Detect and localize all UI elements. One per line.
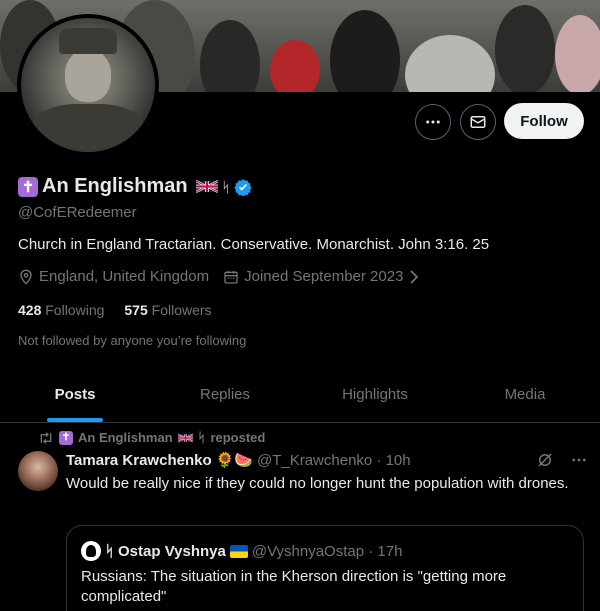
post-more-icon[interactable] [570, 451, 588, 469]
profile-avatar[interactable] [17, 14, 159, 156]
post-actions [536, 451, 588, 469]
repost-icon [40, 431, 52, 444]
banner-shape [555, 15, 600, 92]
uk-flag-icon [177, 433, 193, 442]
banner-shape [405, 35, 495, 92]
tab-replies[interactable]: Replies [150, 366, 300, 422]
more-button[interactable] [415, 104, 451, 140]
rune-symbol: ᛋ [197, 430, 206, 445]
profile-name: An Englishman [42, 175, 188, 197]
tab-highlights[interactable]: Highlights [300, 366, 450, 422]
avatar-image [21, 18, 155, 152]
tab-posts[interactable]: Posts [0, 366, 150, 422]
avatar-detail [65, 50, 111, 102]
joined-text: Joined September 2023 [244, 268, 404, 285]
active-tab-indicator [47, 418, 103, 422]
tab-label: Highlights [342, 385, 408, 403]
profile-tabs: Posts Replies Highlights Media [0, 366, 600, 423]
followers-count: 575 [124, 302, 148, 318]
following-label: Following [45, 302, 105, 318]
banner-shape [200, 20, 260, 92]
grok-icon[interactable] [536, 451, 554, 469]
post-author-avatar[interactable] [18, 451, 58, 491]
quoted-handle-time: @VyshnyaOstap · 17h [251, 542, 403, 560]
quoted-author-prefix: ᛋ [105, 542, 115, 560]
message-button[interactable] [460, 104, 496, 140]
post-text: Would be really nice if they could no lo… [66, 475, 569, 492]
follow-counts: 428 Following 575 Followers [18, 302, 212, 318]
profile-meta: England, United Kingdom Joined September… [18, 268, 434, 285]
calendar-icon [224, 270, 238, 284]
profile-bio: Church in England Tractarian. Conservati… [18, 236, 490, 253]
post-header: Tamara Krawchenko 🌻🍉 @T_Krawchenko · 10h [66, 451, 411, 470]
cross-emoji: ✝ [18, 176, 38, 197]
post-author-name[interactable]: Tamara Krawchenko [66, 452, 212, 469]
banner-shape [270, 40, 320, 92]
repost-suffix: reposted [210, 430, 266, 445]
quoted-post[interactable]: ᛋ Ostap Vyshnya @VyshnyaOstap · 17h Russ… [66, 525, 584, 611]
avatar-detail [59, 28, 117, 54]
post-handle-time[interactable]: @T_Krawchenko · 10h [257, 452, 411, 469]
profile-handle: @CofERedeemer [18, 204, 137, 221]
ukraine-flag-icon [229, 544, 248, 558]
cross-emoji: ✝ [59, 430, 73, 445]
following-link[interactable]: 428 Following [18, 302, 104, 318]
quoted-post-text: Russians: The situation in the Kherson d… [81, 568, 507, 605]
banner-shape [330, 10, 400, 92]
repost-author: An Englishman [78, 430, 173, 445]
uk-flag-icon [195, 180, 218, 193]
verified-badge-icon[interactable] [234, 178, 252, 196]
post-author-emoji: 🌻🍉 [215, 452, 253, 469]
location-pin-icon [20, 269, 32, 285]
following-count: 428 [18, 302, 42, 318]
tab-media[interactable]: Media [450, 366, 600, 422]
followers-link[interactable]: 575 Followers [124, 302, 211, 318]
tab-label: Media [504, 385, 546, 403]
tab-label: Replies [199, 385, 251, 403]
follow-button[interactable]: Follow [504, 103, 584, 139]
location-item: England, United Kingdom [18, 268, 209, 285]
quoted-author-avatar [81, 541, 101, 561]
more-icon [426, 120, 440, 124]
followed-by-note: Not followed by anyone you’re following [18, 333, 247, 348]
profile-name-row: ✝ An Englishman ᛋ [18, 175, 252, 198]
banner-shape [495, 5, 555, 92]
message-icon [470, 116, 486, 128]
rune-symbol: ᛋ [221, 178, 230, 195]
quoted-author-name: Ostap Vyshnya [118, 542, 226, 560]
chevron-right-icon [410, 269, 419, 284]
joined-item[interactable]: Joined September 2023 [223, 268, 420, 285]
quoted-post-header: ᛋ Ostap Vyshnya @VyshnyaOstap · 17h [81, 541, 402, 561]
location-text: England, United Kingdom [39, 268, 210, 285]
repost-indicator[interactable]: ✝ An Englishman ᛋ reposted [38, 430, 265, 445]
avatar-detail [31, 104, 145, 152]
tab-label: Posts [54, 385, 96, 403]
followers-label: Followers [151, 302, 212, 318]
